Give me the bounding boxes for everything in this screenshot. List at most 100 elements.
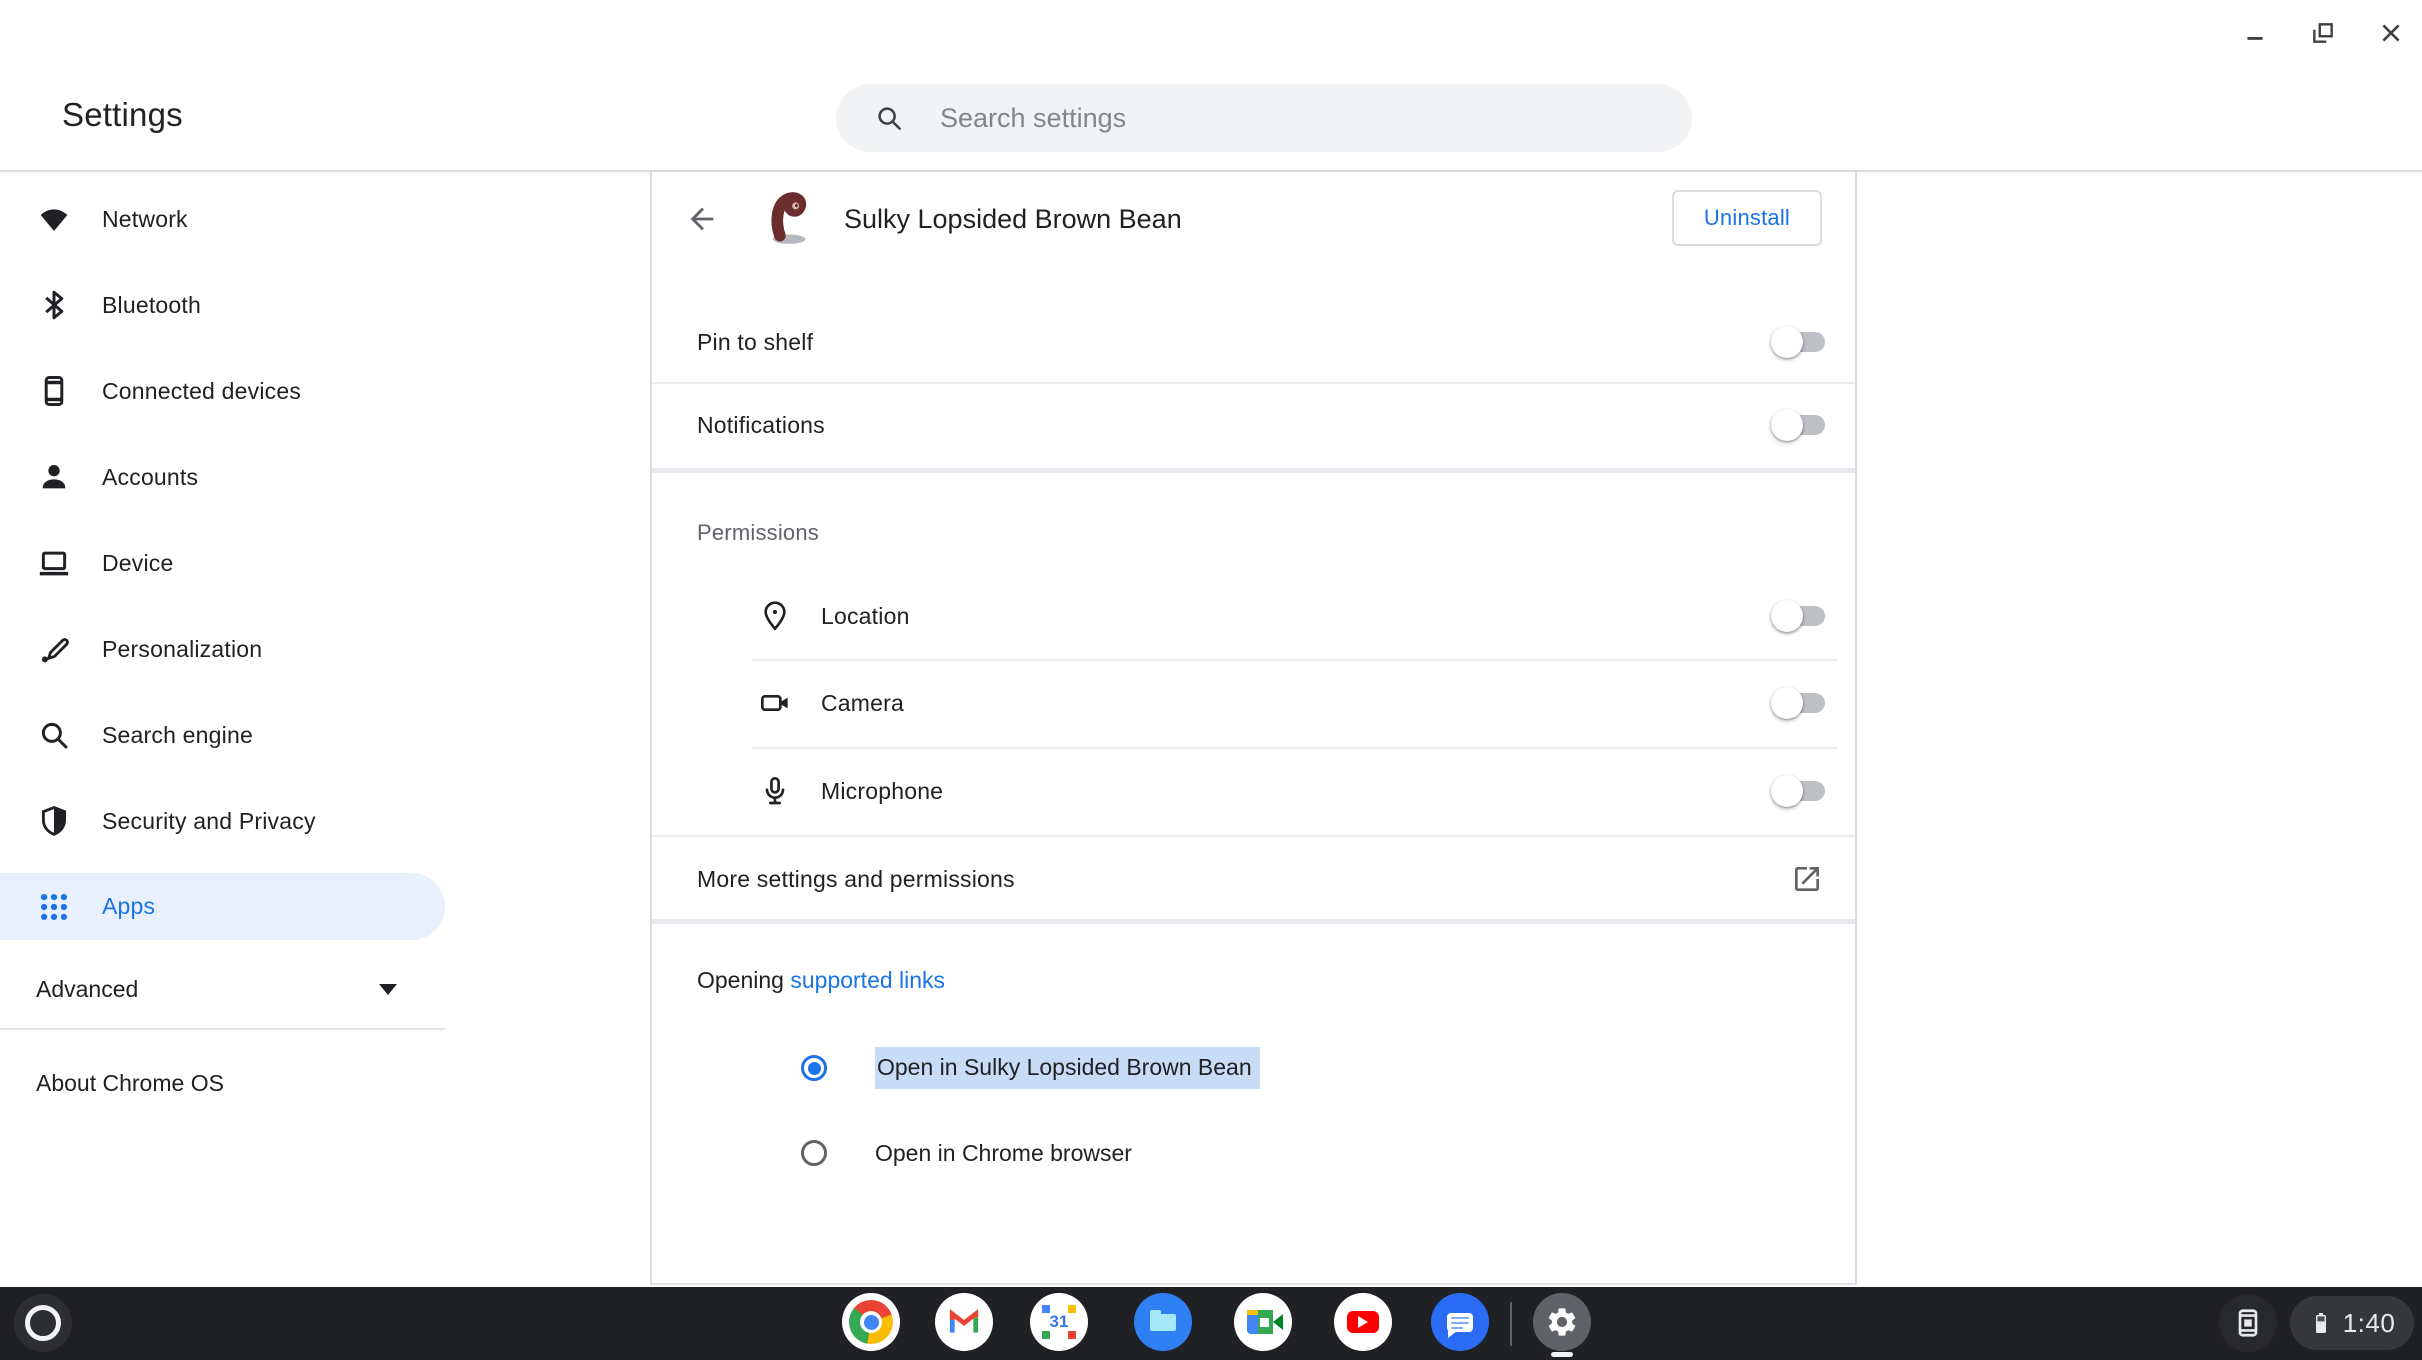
meet-icon bbox=[1247, 1310, 1283, 1334]
chevron-down-icon bbox=[379, 983, 397, 995]
microphone-label: Microphone bbox=[821, 777, 944, 804]
open-in-chrome-option: Open in Chrome browser bbox=[652, 1125, 1855, 1181]
open-in-app-label[interactable]: Open in Sulky Lopsided Brown Bean bbox=[875, 1047, 1260, 1089]
app-detail-panel: Sulky Lopsided Brown Bean Uninstall Pin … bbox=[650, 172, 1857, 1285]
permission-row-microphone: Microphone bbox=[652, 751, 1855, 831]
sidebar-item-accounts[interactable]: Accounts bbox=[0, 434, 650, 520]
shelf-app-youtube[interactable] bbox=[1334, 1293, 1392, 1351]
more-settings-label: More settings and permissions bbox=[697, 865, 1015, 892]
row-divider bbox=[752, 659, 1837, 661]
sidebar-divider bbox=[0, 1028, 445, 1030]
back-arrow-icon bbox=[690, 207, 714, 231]
settings-gear-icon bbox=[1533, 1293, 1591, 1351]
microphone-icon bbox=[757, 775, 793, 807]
sidebar-item-label: Bluetooth bbox=[102, 291, 201, 318]
sidebar-item-about-chrome-os[interactable]: About Chrome OS bbox=[0, 1046, 445, 1120]
shield-icon bbox=[36, 804, 72, 838]
launcher-icon bbox=[25, 1305, 61, 1341]
advanced-label: Advanced bbox=[36, 975, 139, 1002]
camera-toggle[interactable] bbox=[1771, 687, 1825, 719]
pin-to-shelf-toggle[interactable] bbox=[1771, 326, 1825, 358]
chrome-icon bbox=[849, 1300, 893, 1344]
sidebar-item-label: Connected devices bbox=[102, 377, 302, 404]
row-divider bbox=[652, 835, 1855, 837]
about-label: About Chrome OS bbox=[36, 1069, 224, 1096]
radio-selected-icon[interactable] bbox=[801, 1055, 827, 1081]
status-tray[interactable]: 1:40 bbox=[2290, 1296, 2414, 1350]
launcher-button[interactable] bbox=[14, 1294, 72, 1352]
bluetooth-icon bbox=[36, 288, 72, 322]
gmail-icon bbox=[935, 1293, 993, 1351]
camera-label: Camera bbox=[821, 689, 905, 716]
permission-row-camera: Camera bbox=[652, 663, 1855, 743]
wifi-icon bbox=[36, 202, 72, 236]
notifications-toggle[interactable] bbox=[1771, 409, 1825, 441]
sidebar-item-search-engine[interactable]: Search engine bbox=[0, 692, 650, 778]
shelf-app-meet[interactable] bbox=[1234, 1293, 1292, 1351]
opening-prefix: Opening bbox=[697, 967, 784, 993]
section-separator bbox=[652, 919, 1855, 924]
location-toggle[interactable] bbox=[1771, 600, 1825, 632]
row-divider bbox=[752, 747, 1837, 749]
pin-to-shelf-label: Pin to shelf bbox=[697, 328, 814, 355]
shelf: 31 1:40 bbox=[0, 1287, 2422, 1360]
sidebar-item-label: Search engine bbox=[102, 721, 253, 748]
shelf-app-chrome[interactable] bbox=[842, 1293, 900, 1351]
uninstall-button[interactable]: Uninstall bbox=[1671, 190, 1822, 246]
supported-links-link[interactable]: supported links bbox=[790, 967, 945, 993]
video-camera-icon bbox=[757, 687, 793, 719]
calendar-icon: 31 bbox=[1042, 1305, 1076, 1339]
window-controls bbox=[2234, 12, 2412, 54]
minimize-icon bbox=[2247, 37, 2263, 40]
laptop-icon bbox=[36, 546, 72, 580]
notifications-row: Notifications bbox=[652, 384, 1855, 466]
sidebar: Network Bluetooth Connected devices Acco… bbox=[0, 172, 650, 950]
search-bar[interactable] bbox=[836, 84, 1692, 152]
open-in-chrome-label[interactable]: Open in Chrome browser bbox=[875, 1140, 1132, 1167]
toggle-knob bbox=[1771, 326, 1803, 358]
open-in-new-icon bbox=[1791, 863, 1823, 895]
sidebar-item-security-privacy[interactable]: Security and Privacy bbox=[0, 778, 650, 864]
sidebar-item-bluetooth[interactable]: Bluetooth bbox=[0, 262, 650, 348]
shelf-app-calendar[interactable]: 31 bbox=[1030, 1293, 1088, 1351]
sidebar-advanced-toggle[interactable]: Advanced bbox=[0, 950, 445, 1028]
shelf-app-settings[interactable] bbox=[1533, 1293, 1591, 1351]
permission-row-location: Location bbox=[652, 576, 1855, 656]
toggle-knob bbox=[1771, 409, 1803, 441]
screen-capture-tray-button[interactable] bbox=[2219, 1294, 2277, 1352]
toggle-knob bbox=[1771, 775, 1803, 807]
radio-unselected-icon[interactable] bbox=[801, 1140, 827, 1166]
apps-grid-icon bbox=[36, 890, 72, 924]
sidebar-item-label: Apps bbox=[102, 893, 156, 919]
toggle-knob bbox=[1771, 600, 1803, 632]
restore-button[interactable] bbox=[2302, 12, 2344, 54]
shelf-app-files[interactable] bbox=[1134, 1293, 1192, 1351]
shelf-separator bbox=[1510, 1302, 1512, 1346]
sidebar-item-label: Personalization bbox=[102, 635, 263, 662]
person-icon bbox=[36, 460, 72, 494]
page-title: Settings bbox=[62, 96, 183, 133]
opening-links-heading: Opening supported links bbox=[697, 967, 945, 994]
shelf-app-messages[interactable] bbox=[1431, 1293, 1489, 1351]
open-in-app-option: Open in Sulky Lopsided Brown Bean bbox=[652, 1040, 1855, 1096]
sidebar-item-apps[interactable]: Apps bbox=[0, 873, 445, 940]
shelf-app-gmail[interactable] bbox=[935, 1293, 993, 1351]
pin-to-shelf-row: Pin to shelf bbox=[652, 302, 1855, 382]
more-settings-row[interactable]: More settings and permissions bbox=[652, 844, 1855, 914]
screen-icon bbox=[2238, 1309, 2258, 1337]
sidebar-item-personalization[interactable]: Personalization bbox=[0, 606, 650, 692]
permissions-heading: Permissions bbox=[697, 520, 820, 545]
smartphone-icon bbox=[36, 374, 72, 408]
close-button[interactable] bbox=[2370, 12, 2412, 54]
sidebar-item-device[interactable]: Device bbox=[0, 520, 650, 606]
app-title: Sulky Lopsided Brown Bean bbox=[844, 204, 1182, 234]
sidebar-item-label: Security and Privacy bbox=[102, 807, 316, 834]
search-input[interactable] bbox=[938, 101, 1682, 135]
minimize-button[interactable] bbox=[2234, 12, 2276, 54]
back-button[interactable] bbox=[680, 197, 724, 241]
sidebar-item-network[interactable]: Network bbox=[0, 176, 650, 262]
files-folder-icon bbox=[1150, 1309, 1176, 1331]
sidebar-item-connected-devices[interactable]: Connected devices bbox=[0, 348, 650, 434]
app-icon bbox=[760, 186, 816, 248]
microphone-toggle[interactable] bbox=[1771, 775, 1825, 807]
